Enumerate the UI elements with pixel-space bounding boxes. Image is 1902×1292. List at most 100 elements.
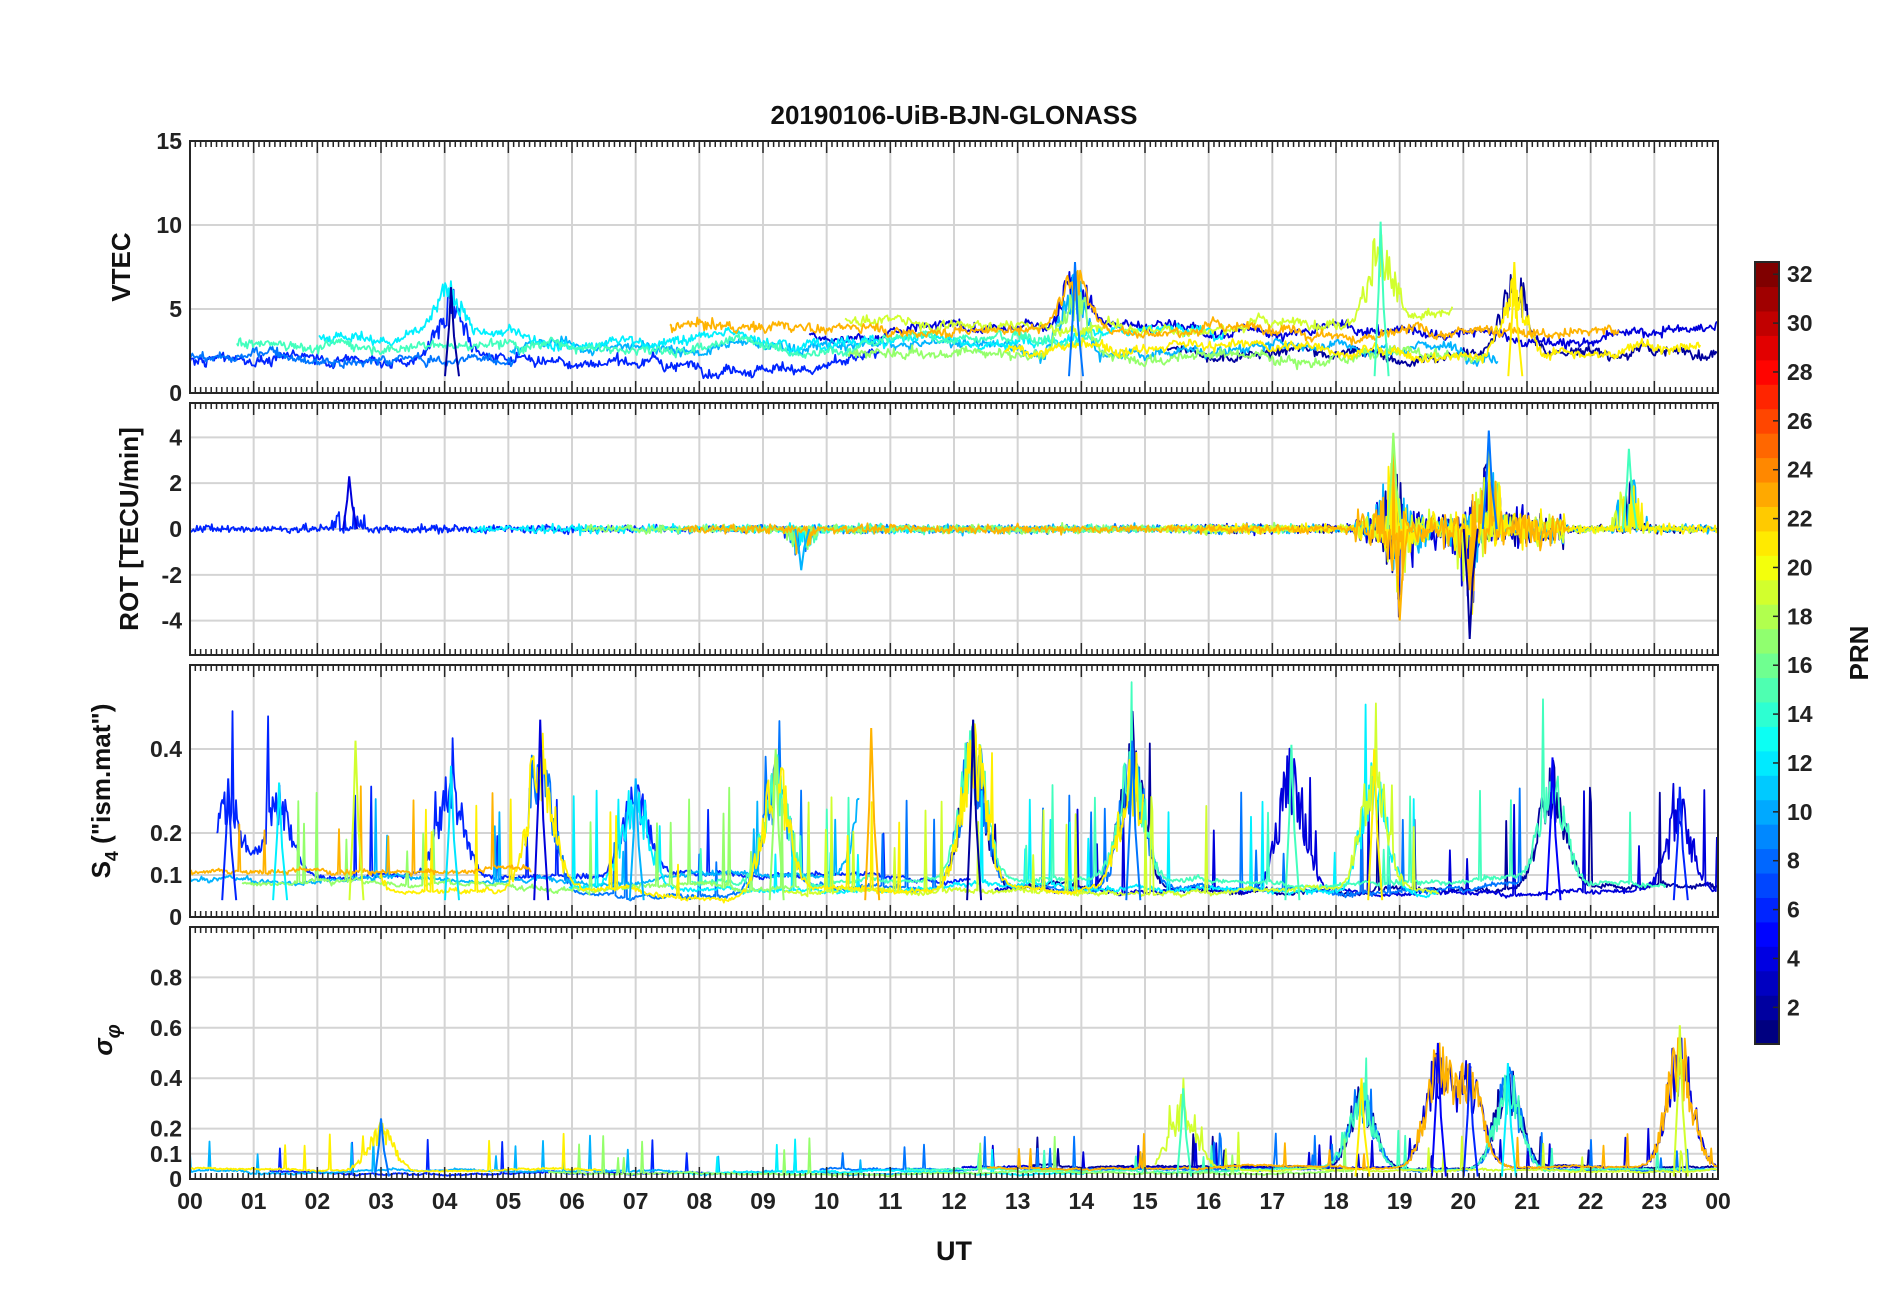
x-tick-label: 13 xyxy=(1005,1188,1031,1214)
colorbar-bands xyxy=(1755,262,1779,1045)
x-tick-label: 12 xyxy=(941,1188,967,1214)
vtec-panel: 0 5 10 15 VTEC xyxy=(106,128,1719,406)
colorbar-tick-label: 8 xyxy=(1787,848,1800,874)
colorbar-band xyxy=(1755,481,1779,507)
colorbar-band xyxy=(1755,579,1779,605)
y-tick-label: 0 xyxy=(169,516,182,542)
x-tick-labels: 00 01 02 03 04 05 06 07 08 09 10 11 12 13 14 15 16 17 18 19… xyxy=(177,1188,1731,1214)
x-tick-label: 00 xyxy=(177,1188,203,1214)
y-axis-label: S4 ("ism.mat") xyxy=(86,704,122,879)
x-tick-label: 01 xyxy=(241,1188,267,1214)
colorbar-band xyxy=(1755,335,1779,361)
y-tick-label: 0.4 xyxy=(150,736,182,762)
colorbar-tick-label: 12 xyxy=(1787,750,1813,776)
colorbar-band xyxy=(1755,628,1779,654)
y-tick-label: 0.2 xyxy=(150,820,182,846)
y-tick-label: 0.1 xyxy=(150,1141,182,1167)
event-spike xyxy=(1176,1088,1193,1177)
y-tick-label: 10 xyxy=(156,212,182,238)
colorbar-band xyxy=(1755,433,1779,459)
x-tick-label: 14 xyxy=(1069,1188,1095,1214)
x-tick-label: 03 xyxy=(368,1188,394,1214)
x-tick-label: 17 xyxy=(1260,1188,1286,1214)
colorbar-tick-label: 16 xyxy=(1787,652,1813,678)
colorbar-band xyxy=(1755,286,1779,312)
y-tick-label: 15 xyxy=(156,128,182,154)
chart-title: 20190106-UiB-BJN-GLONASS xyxy=(770,100,1137,130)
y-tick-label: 0 xyxy=(169,904,182,930)
y-tick-label: 0 xyxy=(169,380,182,406)
x-tick-label: 02 xyxy=(305,1188,331,1214)
colorbar-tick-label: 26 xyxy=(1787,408,1813,434)
y-tick-label: -2 xyxy=(162,562,182,588)
series-line xyxy=(861,471,1718,571)
colorbar-tick-label: 20 xyxy=(1787,554,1813,580)
colorbar-tick-label: 32 xyxy=(1787,261,1813,287)
x-tick-label: 05 xyxy=(496,1188,522,1214)
x-tick-label: 16 xyxy=(1196,1188,1222,1214)
colorbar-tick-label: 6 xyxy=(1787,897,1800,923)
colorbar-tick-label: 2 xyxy=(1787,994,1800,1020)
x-tick-label: 06 xyxy=(559,1188,585,1214)
colorbar-tick-label: 22 xyxy=(1787,506,1813,532)
event-spike xyxy=(533,719,550,901)
x-tick-label: 18 xyxy=(1323,1188,1349,1214)
x-tick-label: 11 xyxy=(878,1188,903,1214)
y-tick-label: 0.2 xyxy=(150,1116,182,1142)
s4-panel: 0 0.1 0.2 0.4 S4 ("ism.mat") xyxy=(86,664,1719,930)
colorbar-band xyxy=(1755,1019,1779,1045)
colorbar-tick-label: 24 xyxy=(1787,457,1813,483)
x-tick-label: 04 xyxy=(432,1188,458,1214)
colorbar-tick-label: 28 xyxy=(1787,359,1813,385)
colorbar-band xyxy=(1755,677,1779,703)
y-axis-label: VTEC xyxy=(106,232,136,302)
y-tick-label: -4 xyxy=(162,608,183,634)
x-tick-label: 09 xyxy=(750,1188,776,1214)
y-axis-label: σφ xyxy=(88,1024,125,1055)
colorbar-band xyxy=(1755,921,1779,947)
y-tick-label: 0.1 xyxy=(150,862,182,888)
y-tick-label: 2 xyxy=(169,470,182,496)
colorbar-tick-label: 10 xyxy=(1787,799,1813,825)
series-line xyxy=(190,288,881,380)
x-tick-label: 15 xyxy=(1132,1188,1158,1214)
colorbar-tick-label: 18 xyxy=(1787,603,1813,629)
figure: 20190106-UiB-BJN-GLONASS 051015 VTEC -4-… xyxy=(86,100,1874,1266)
colorbar: 2468101214161820222426283032 PRN xyxy=(1754,261,1874,1045)
colorbar-label: PRN xyxy=(1844,626,1874,681)
colorbar-tick-label: 30 xyxy=(1787,310,1813,336)
x-tick-label: 08 xyxy=(687,1188,713,1214)
x-tick-label: 00 xyxy=(1705,1188,1731,1214)
x-tick-label: 21 xyxy=(1514,1188,1540,1214)
x-tick-label: 10 xyxy=(814,1188,840,1214)
x-axis-label: UT xyxy=(936,1236,972,1266)
y-tick-labels: 00.10.20.40.60.8 xyxy=(150,964,182,1192)
colorbar-band xyxy=(1755,824,1779,850)
y-tick-label: 0.6 xyxy=(150,1015,182,1041)
sigma-phi-panel: 00.10.20.40.60.8 σφ xyxy=(88,926,1719,1192)
series-line xyxy=(844,233,1454,338)
colorbar-band xyxy=(1755,726,1779,752)
x-tick-label: 20 xyxy=(1451,1188,1477,1214)
y-tick-label: 4 xyxy=(169,424,182,450)
series-line xyxy=(190,506,793,543)
y-tick-label: 5 xyxy=(169,296,182,322)
colorbar-band xyxy=(1755,384,1779,410)
series-line xyxy=(986,1037,1718,1172)
x-tick-label: 19 xyxy=(1387,1188,1413,1214)
x-tick-label: 07 xyxy=(623,1188,649,1214)
colorbar-tick-label: 14 xyxy=(1787,701,1813,727)
rot-panel: -4 -2 0 2 4 ROT [TECU/min] xyxy=(114,402,1719,656)
y-axis-label: ROT [TECU/min] xyxy=(114,427,144,631)
y-tick-label: 0.8 xyxy=(150,964,182,990)
y-tick-labels: -4 -2 0 2 4 xyxy=(162,424,183,633)
colorbar-band xyxy=(1755,970,1779,996)
colorbar-band xyxy=(1755,775,1779,801)
colorbar-band xyxy=(1755,872,1779,898)
y-tick-labels: 0 5 10 15 xyxy=(156,128,182,406)
y-tick-label: 0.4 xyxy=(150,1065,182,1091)
y-tick-labels: 0 0.1 0.2 0.4 xyxy=(150,736,182,930)
event-spike xyxy=(1672,786,1689,901)
x-tick-label: 22 xyxy=(1578,1188,1604,1214)
x-tick-label: 23 xyxy=(1642,1188,1668,1214)
